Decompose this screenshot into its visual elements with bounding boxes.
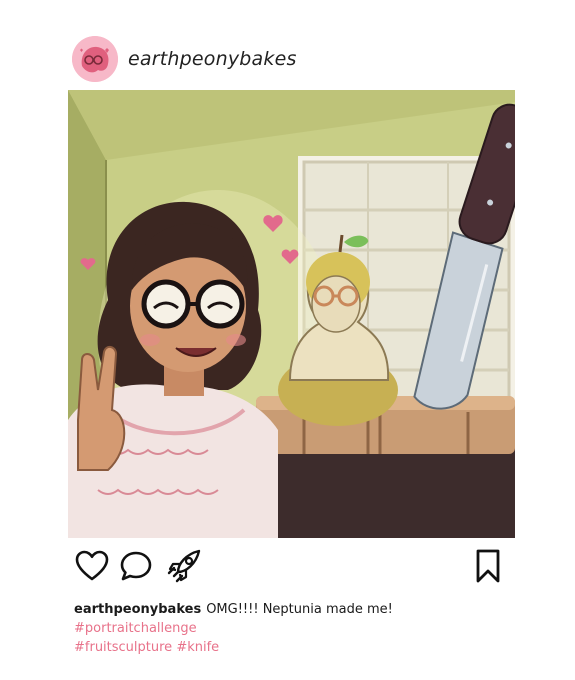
speech-bubble-icon[interactable] (116, 546, 156, 586)
post-caption: earthpeonybakes OMG!!!! Neptunia made me!… (74, 600, 514, 657)
heart-outline-icon[interactable] (72, 546, 112, 586)
hashtag-fruitsculpture[interactable]: #fruitsculpture (74, 640, 172, 655)
hashtag-knife[interactable]: #knife (176, 640, 219, 655)
bookmark-icon[interactable] (468, 546, 508, 586)
post-actions (72, 546, 512, 590)
caption-text: OMG!!!! Neptunia made me! (206, 602, 393, 617)
post-photo[interactable] (68, 90, 515, 538)
caption-username[interactable]: earthpeonybakes (74, 602, 201, 617)
header-username[interactable]: earthpeonybakes (128, 48, 297, 70)
avatar[interactable] (72, 36, 118, 82)
post-header: earthpeonybakes (72, 34, 297, 84)
post-illustration (68, 90, 515, 538)
rocket-icon[interactable] (164, 546, 204, 586)
hashtag-portraitchallenge[interactable]: #portraitchallenge (74, 621, 197, 636)
avatar-illustration (72, 36, 118, 82)
